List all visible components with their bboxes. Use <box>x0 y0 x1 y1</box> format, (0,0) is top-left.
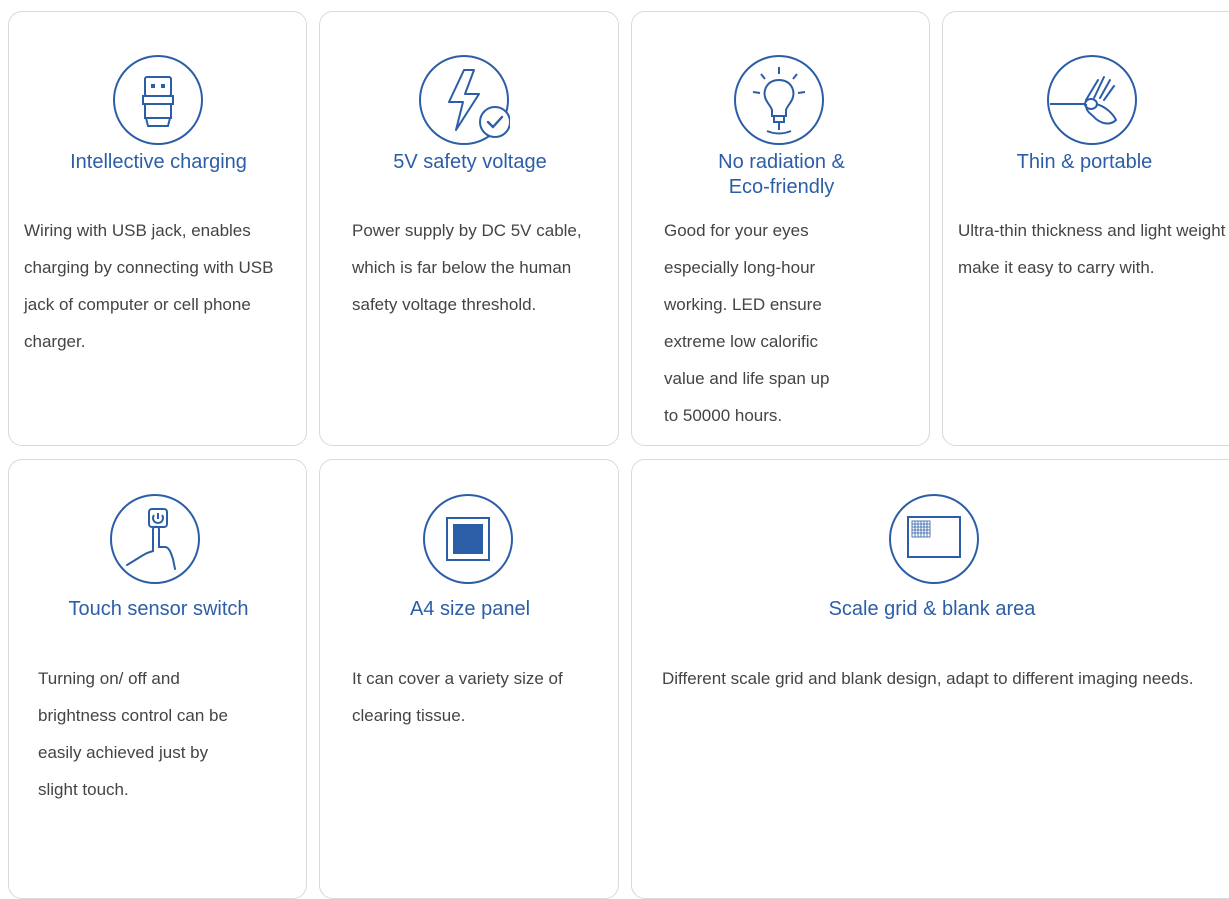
feature-title: Touch sensor switch <box>68 598 249 620</box>
feature-card-thin-portable: Thin & portable Ultra-thin thickness and… <box>942 11 1229 446</box>
panel-square-icon <box>422 493 514 585</box>
feature-description: Good for your eyes especially long-hour … <box>664 221 830 425</box>
feature-title: A4 size panel <box>409 598 531 620</box>
usb-icon <box>112 54 204 146</box>
feature-card-intellective-charging: Intellective charging Wiring with USB ja… <box>8 11 307 446</box>
feature-description: Ultra-thin thickness and light weight ma… <box>958 221 1226 277</box>
feature-title: No radiation & <box>718 151 845 173</box>
feature-card-touch-sensor-switch: Touch sensor switch Turning on/ off and … <box>8 459 307 899</box>
touch-power-icon <box>109 493 201 585</box>
feature-title: 5V safety voltage <box>393 151 547 173</box>
feature-card-a4-size-panel: A4 size panel It can cover a variety siz… <box>319 459 619 899</box>
grid-panel-icon <box>888 493 980 585</box>
feature-description: Different scale grid and blank design, a… <box>662 669 1194 688</box>
feature-title: Scale grid & blank area <box>828 598 1036 620</box>
feature-description: It can cover a variety size of clearing … <box>352 669 563 725</box>
lightning-check-icon <box>418 54 510 146</box>
feature-description: Wiring with USB jack, enables charging b… <box>24 221 274 351</box>
light-bulb-icon <box>733 54 825 146</box>
feature-card-5v-safety-voltage: 5V safety voltage Power supply by DC 5V … <box>319 11 619 446</box>
feature-card-scale-grid: Scale grid & blank area Different scale … <box>631 459 1229 899</box>
feature-title: Eco-friendly <box>728 176 835 198</box>
feature-title: Intellective charging <box>70 151 247 173</box>
feature-description: Power supply by DC 5V cable, which is fa… <box>352 221 582 314</box>
feature-description: Turning on/ off and brightness control c… <box>38 669 228 799</box>
feature-card-no-radiation: No radiation & Eco-friendly Good for you… <box>631 11 930 446</box>
feature-title: Thin & portable <box>1016 151 1153 173</box>
ok-hand-icon <box>1046 54 1138 146</box>
